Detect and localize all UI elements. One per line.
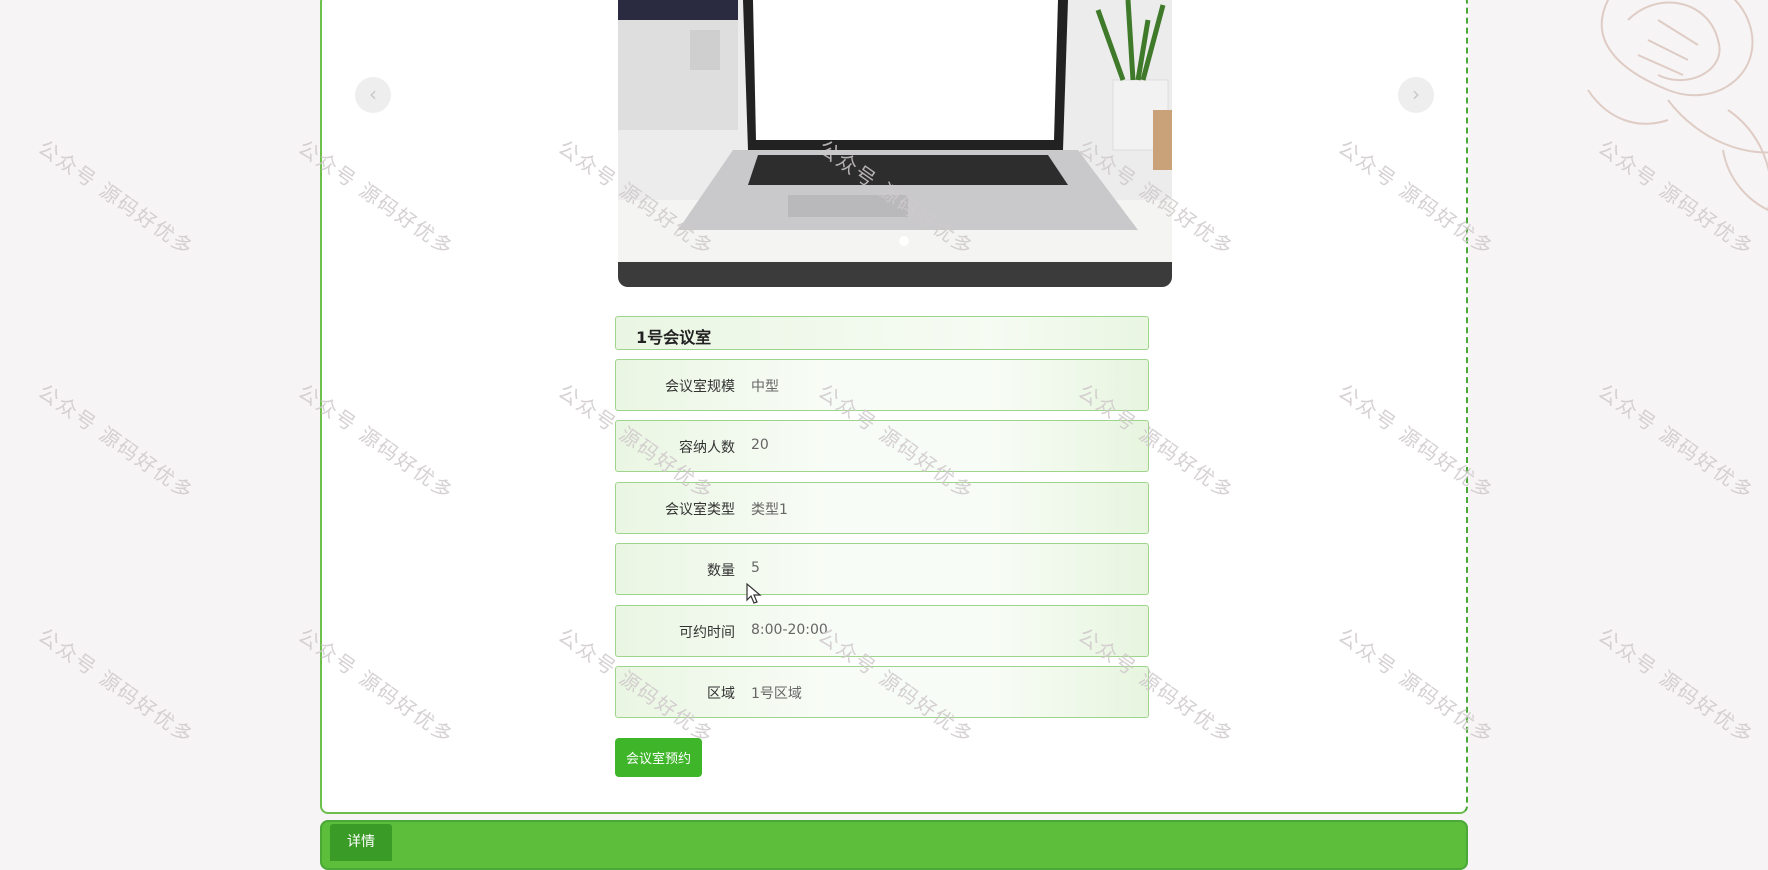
detail-row-capacity: 容纳人数 20: [615, 420, 1149, 472]
detail-row-available-time: 可约时间 8:00-20:00: [615, 605, 1149, 657]
detail-value: 5: [751, 560, 760, 576]
watermark-text: 公众号 源码好优多: [33, 623, 199, 749]
tab-details[interactable]: 详情: [330, 824, 392, 861]
watermark-text: 公众号 源码好优多: [1593, 379, 1759, 505]
detail-row-quantity: 数量 5: [615, 543, 1149, 595]
detail-value: 中型: [751, 379, 779, 395]
watermark-text: 公众号 源码好优多: [33, 379, 199, 505]
chevron-right-icon: ›: [1412, 82, 1420, 106]
room-title-box: 1号会议室: [615, 316, 1149, 350]
detail-row-type: 会议室类型 类型1: [615, 482, 1149, 534]
detail-label: 区域: [707, 686, 735, 702]
room-image-carousel[interactable]: [618, 0, 1172, 287]
detail-value: 20: [751, 437, 769, 453]
detail-row-scale: 会议室规模 中型: [615, 359, 1149, 411]
flower-decoration: [1587, 0, 1768, 212]
room-image: [618, 0, 1172, 287]
detail-row-area: 区域 1号区域: [615, 666, 1149, 718]
mouse-cursor-icon: [746, 583, 762, 604]
details-tab-bar: [320, 820, 1468, 870]
detail-label: 数量: [707, 563, 735, 579]
detail-value: 8:00-20:00: [751, 622, 828, 638]
room-title: 1号会议室: [636, 328, 712, 347]
detail-label: 会议室规模: [665, 379, 735, 395]
carousel-next-button[interactable]: ›: [1398, 77, 1434, 113]
carousel-prev-button[interactable]: ‹: [355, 77, 391, 113]
watermark-text: 公众号 源码好优多: [33, 135, 199, 261]
watermark-text: 公众号 源码好优多: [1593, 623, 1759, 749]
detail-label: 容纳人数: [679, 440, 735, 456]
detail-value: 1号区域: [751, 686, 802, 702]
carousel-indicator-dot[interactable]: [899, 236, 909, 246]
detail-value: 类型1: [751, 502, 788, 518]
chevron-left-icon: ‹: [369, 82, 377, 106]
detail-label: 会议室类型: [665, 502, 735, 518]
reserve-room-button[interactable]: 会议室预约: [615, 738, 702, 777]
detail-label: 可约时间: [679, 625, 735, 641]
